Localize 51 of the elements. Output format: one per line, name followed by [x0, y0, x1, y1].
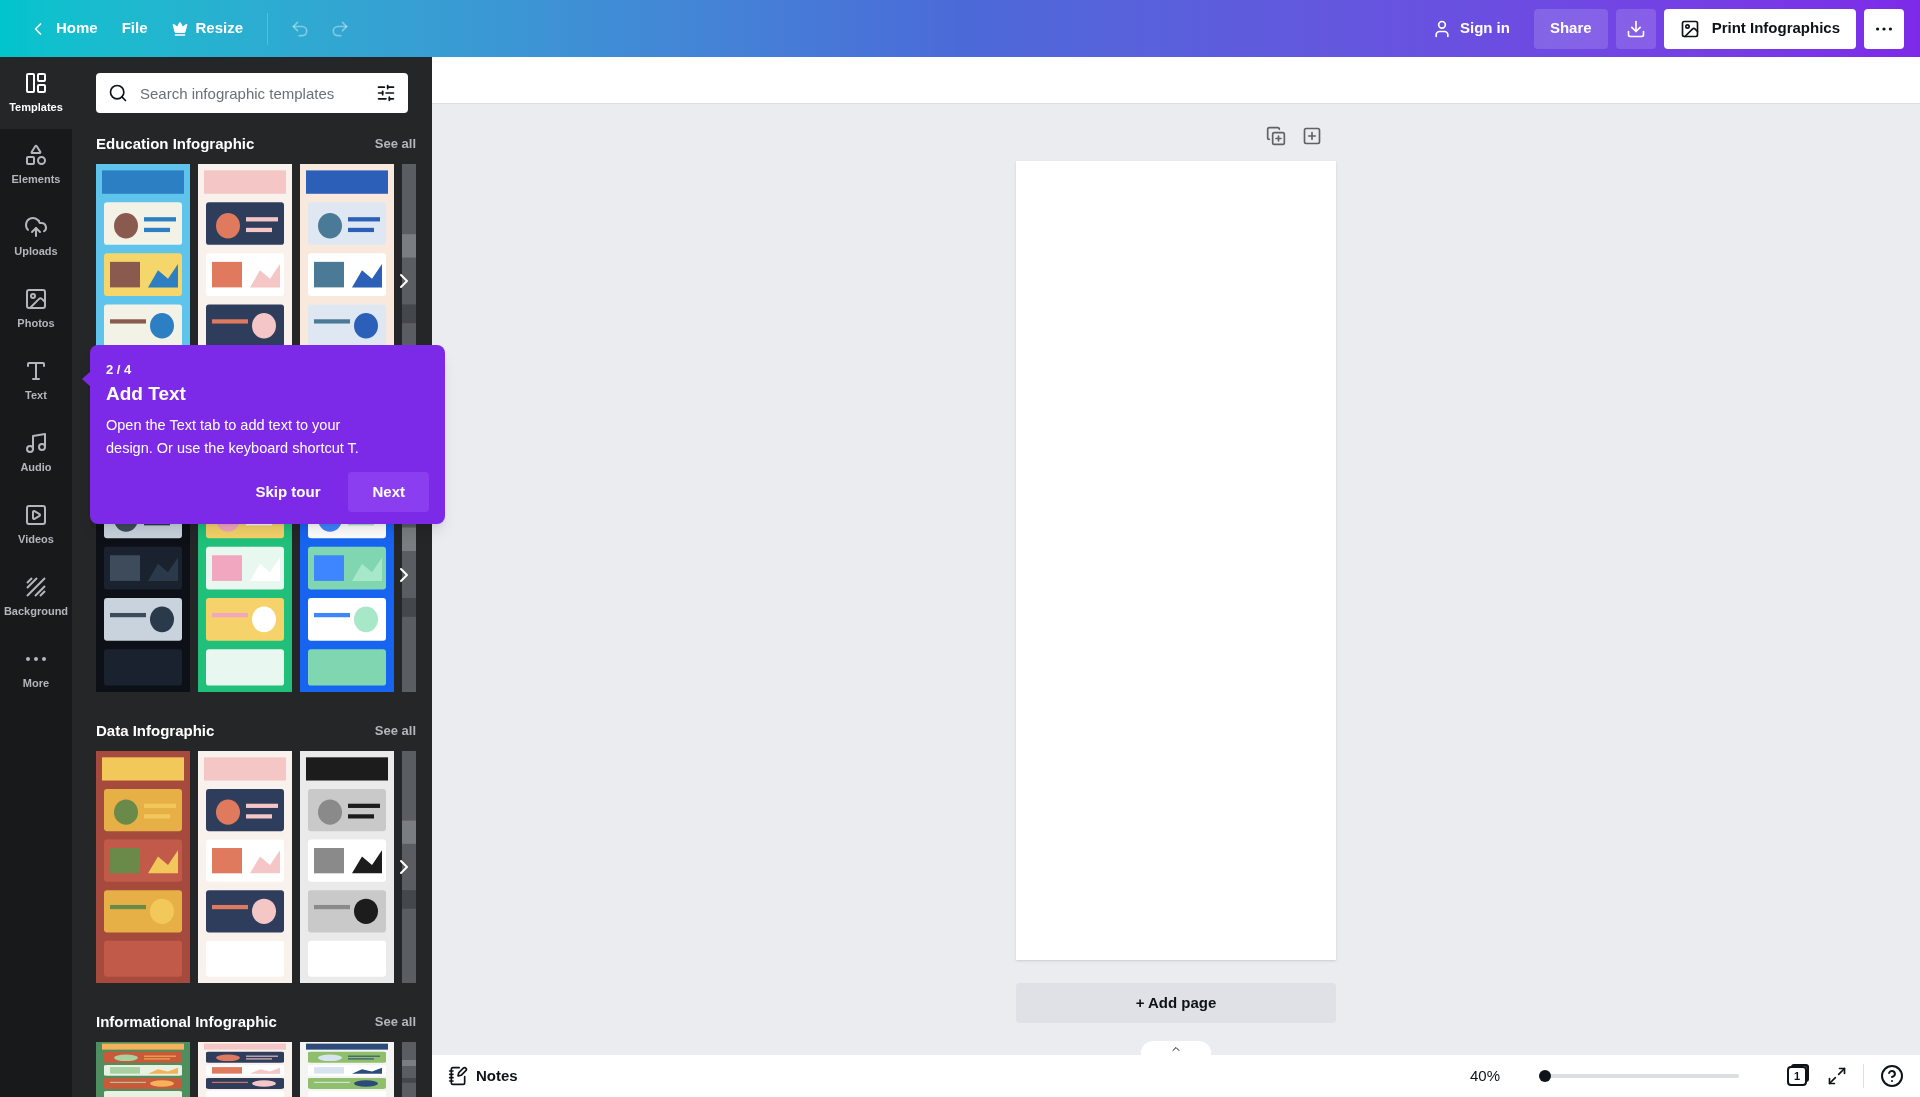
tour-description: Open the Text tab to add text to your design. Or use the keyboard shortcut T.	[106, 416, 360, 458]
see-all-link[interactable]: See all	[374, 721, 416, 741]
rail-tab[interactable]: More	[0, 633, 72, 705]
more-icon	[26, 656, 46, 661]
notes-icon	[448, 1066, 468, 1086]
rail-tab[interactable]: Videos	[0, 489, 72, 561]
filter-icon[interactable]	[376, 83, 396, 103]
page-count[interactable]: 1	[1787, 1066, 1807, 1086]
footer-toggle[interactable]	[1141, 1041, 1211, 1057]
tour-title: Add Text	[106, 382, 187, 406]
search-field[interactable]: Search infographic templates	[96, 73, 408, 113]
play-icon	[24, 502, 48, 527]
image-icon	[1679, 18, 1700, 39]
see-all-link[interactable]: See all	[374, 134, 416, 154]
share-button[interactable]: Share	[1533, 8, 1608, 49]
stripes-icon	[24, 574, 48, 599]
music-note-icon	[24, 430, 48, 455]
rail-tab[interactable]: Elements	[0, 129, 72, 201]
see-all-link[interactable]: See all	[374, 1012, 416, 1032]
print-button[interactable]: Print Infographics	[1663, 8, 1856, 49]
download-button[interactable]	[1615, 8, 1656, 49]
section-title: Data Infographic	[96, 720, 215, 741]
help-icon[interactable]	[1880, 1064, 1904, 1088]
search-icon	[108, 83, 128, 103]
layout-icon	[24, 70, 48, 95]
sign-in-button[interactable]: Sign in	[1419, 8, 1522, 49]
tour-step: 2 / 4	[106, 362, 429, 378]
image-icon	[24, 286, 48, 311]
more-icon	[1876, 26, 1892, 31]
cloud-upload-icon	[24, 214, 48, 239]
add-page-icon[interactable]	[1302, 126, 1322, 146]
section-title: Informational Infographic	[96, 1011, 277, 1032]
fullscreen-icon[interactable]	[1827, 1066, 1847, 1086]
zoom-level: 40%	[1469, 1065, 1501, 1086]
crown-icon	[171, 20, 188, 37]
shapes-icon	[24, 142, 48, 167]
skip-tour-button[interactable]: Skip tour	[239, 472, 337, 512]
download-icon	[1625, 18, 1646, 39]
rail-tab[interactable]: Templates	[0, 57, 72, 129]
rail-tab[interactable]: Background	[0, 561, 72, 633]
rail-tab[interactable]: Uploads	[0, 201, 72, 273]
redo-icon	[330, 18, 351, 39]
section-title: Education Infographic	[96, 133, 255, 154]
rail-tab[interactable]: Photos	[0, 273, 72, 345]
rail-tab[interactable]: Text	[0, 345, 72, 417]
duplicate-page-icon[interactable]	[1266, 126, 1286, 146]
next-button[interactable]: Next	[348, 472, 429, 512]
more-button[interactable]	[1864, 8, 1904, 49]
rail-tab[interactable]: Audio	[0, 417, 72, 489]
add-page-button[interactable]: + Add page	[1016, 983, 1336, 1023]
notes-button[interactable]: Notes	[448, 1064, 518, 1088]
